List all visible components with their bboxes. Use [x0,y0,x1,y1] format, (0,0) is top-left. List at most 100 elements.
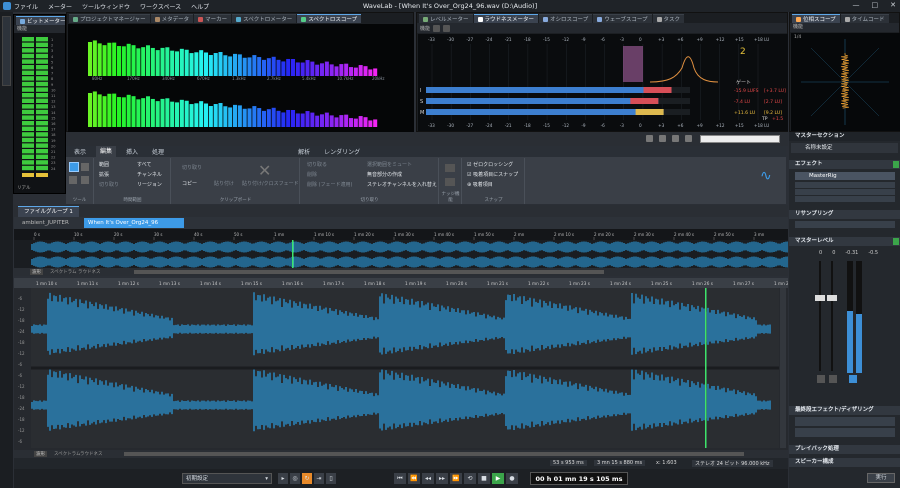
go-start-icon[interactable]: ⏮ [394,473,406,484]
channel-button[interactable]: チャンネル [137,171,162,178]
range-button[interactable]: 範囲 [99,161,109,168]
meter-preset-dropdown[interactable] [700,135,780,143]
resampling-dropdown[interactable] [795,221,895,228]
skip-icon[interactable]: ⇥ [314,473,324,484]
tab-spectroscope[interactable]: スペクトロスコープ [297,14,362,23]
tab-metadata[interactable]: メタデータ [150,14,194,23]
dock-tab-vertical[interactable] [2,16,11,86]
zoom-ratio[interactable]: x: 1:603 [656,460,677,466]
snap-to-items-checkbox[interactable]: ☑ 吸着項目にスナップ [467,171,518,178]
main-scrollbar[interactable] [124,452,744,456]
tab-render[interactable]: レンダリング [320,147,364,156]
view-tab-spectrum-main[interactable]: スペクトラム [54,451,81,457]
zoom-time-1[interactable]: 53 s 953 ms [550,460,587,466]
speaker-tool-icon[interactable] [81,176,89,184]
preset-name[interactable]: 名称未設定 [791,143,898,153]
tab-project-manager[interactable]: プロジェクトマネージャー [69,14,150,23]
hand-tool-icon[interactable] [69,176,77,184]
copy-button[interactable]: コピー [182,180,197,187]
loop-icon[interactable]: ↻ [302,473,312,484]
effects-power-icon[interactable] [893,161,899,168]
select-tool-icon[interactable] [69,162,79,172]
meter-function-header[interactable]: 機能 [14,25,65,33]
plugin-slot-4[interactable] [795,196,895,202]
delete-fade-button[interactable]: 削除 (フェード適用) [307,181,353,188]
render-button[interactable]: 実行 [867,473,895,483]
preset-dropdown[interactable]: 初期設定 ▾ [182,473,272,484]
maximize-button[interactable]: □ [872,1,879,9]
tab-timecode[interactable]: タイムコード [840,14,889,23]
trim-button[interactable]: 切り取り [99,181,119,188]
file-tab-ambient[interactable]: ambient_JUPITER [18,218,73,228]
stop-icon[interactable]: ■ [478,473,490,484]
tab-insert[interactable]: 挿入 [122,147,142,156]
time-display[interactable]: 00 h 01 mn 19 s 105 ms [530,472,628,485]
delete-button[interactable]: 削除 [307,171,317,178]
tab-phase-scope[interactable]: 位相スコープ [792,14,840,23]
create-silence-button[interactable]: 無音部分の作成 [367,171,402,178]
swap-channels-button[interactable]: ステレオチャンネルを入れ替え [367,181,437,188]
reset-icon[interactable] [433,24,441,32]
plugin-slot-3[interactable] [795,189,895,195]
record-mode-icon[interactable]: ◎ [290,473,300,484]
paste-crossfade-button[interactable]: 貼り付け/クロスフェード [242,180,299,187]
overview-scrollbar[interactable] [134,270,604,274]
file-group-tab[interactable]: ファイルグループ 1 [18,206,79,217]
view-tab-spectrum[interactable]: スペクトラム [50,269,77,275]
cut-button[interactable]: 切り取り [182,164,202,171]
loop-toggle-icon[interactable]: ⟲ [464,473,476,484]
view-tab-loudness[interactable]: ラウドネス [78,269,101,275]
file-tab-when-its-over[interactable]: When It's Over_Org24_96 [84,218,184,228]
tab-loudness-meter[interactable]: ラウドネスメーター [473,14,539,23]
view-tab-loudness-main[interactable]: ラウドネス [80,451,103,457]
tab-bit-meter[interactable]: ビットメーター [16,16,65,25]
next-marker-icon[interactable]: ⏩ [450,473,462,484]
audio-format[interactable]: ステレオ 24 ビット 96.000 kHz [692,460,773,467]
settings-icon[interactable] [443,24,451,32]
copy-icon[interactable] [672,135,679,142]
folder-icon[interactable] [646,135,653,142]
main-waveform-track[interactable]: 1 mn 10 s 1 mn 11 s 1 mn 12 s 1 mn 13 s 1 mn… [14,278,795,450]
punch-icon[interactable]: ▯ [326,473,336,484]
dither-slot-2[interactable] [795,428,895,437]
export-icon[interactable] [685,135,692,142]
mute-selection-button[interactable]: 選択範囲をミュート [367,161,412,168]
zero-crossing-checkbox[interactable]: ☑ ゼロクロッシング [467,161,513,168]
tab-view[interactable]: 表示 [70,147,90,156]
dither-slot-1[interactable] [795,417,895,426]
extend-button[interactable]: 拡張 [99,171,109,178]
tab-markers[interactable]: マーカー [194,14,232,23]
select-all-button[interactable]: すべて [137,161,151,168]
plugin-slot-2[interactable] [795,182,895,188]
tab-edit[interactable]: 編集 [96,146,117,157]
view-tab-waveform-main[interactable]: 波形 [34,451,47,457]
tab-wavescope[interactable]: ウェーブスコープ [593,14,652,23]
view-tab-waveform[interactable]: 波形 [30,269,43,275]
tab-analyze[interactable]: 解析 [294,147,314,156]
play-icon[interactable]: ▶ [492,473,504,484]
nudge-right-icon[interactable] [445,178,455,186]
tab-level-meter[interactable]: レベルメーター [419,14,473,23]
rewind-icon[interactable]: ◂◂ [422,473,434,484]
prev-marker-icon[interactable]: ⏪ [408,473,420,484]
tab-tasks[interactable]: タスク [652,14,685,23]
tab-process[interactable]: 処理 [148,147,168,156]
master-level-power-icon[interactable] [893,238,899,245]
paste-button[interactable]: 貼り付け [214,180,234,187]
zoom-time-2[interactable]: 3 mn 15 s 880 ms [594,460,646,466]
minimize-button[interactable]: — [853,1,860,9]
zoom-tool-icon[interactable] [81,163,89,171]
nudge-left-icon[interactable] [445,164,455,172]
close-button[interactable]: ✕ [890,1,896,9]
record-icon[interactable]: ● [506,473,518,484]
play-selection-icon[interactable]: ▸ [278,473,288,484]
plugin-slot-1[interactable]: MasterRig [795,172,895,180]
save-icon[interactable] [659,135,666,142]
loudness-function-menu[interactable]: 機能 [420,25,430,32]
cut-out-button[interactable]: 切り取る [307,161,327,168]
snap-items-dropdown[interactable]: ⊕ 吸着項目 [467,181,493,188]
forward-icon[interactable]: ▸▸ [436,473,448,484]
phase-function-menu[interactable]: 機能 [790,23,899,32]
tab-spectrometer[interactable]: スペクトロメーター [232,14,297,23]
overview-track[interactable]: 0 s 10 s 20 s 30 s 40 s 50 s 1 mn 1 mn 10 s 1 mn… [14,229,814,271]
